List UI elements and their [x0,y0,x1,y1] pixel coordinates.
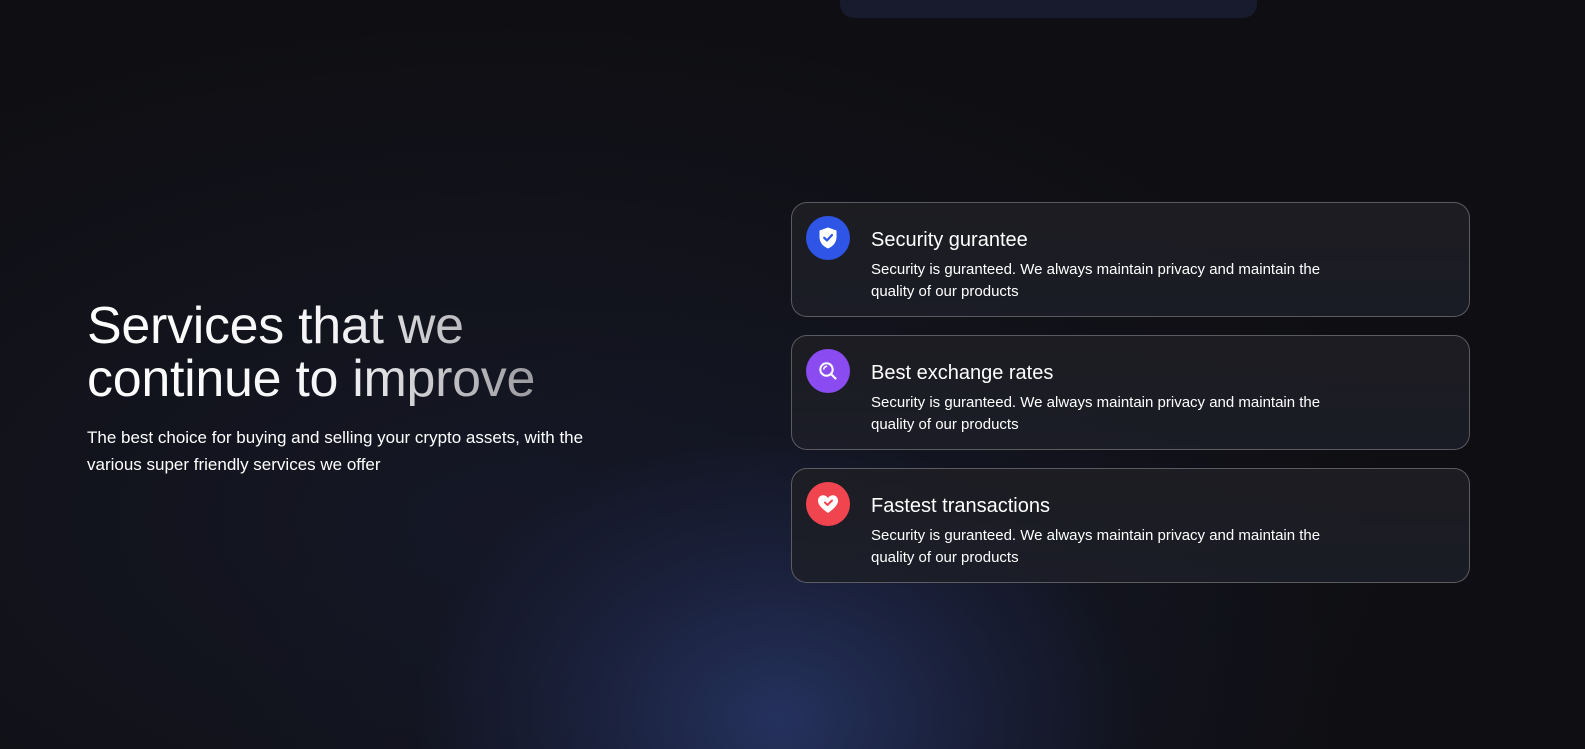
hero-subtitle: The best choice for buying and selling y… [87,428,584,474]
page-title: Services that we continue to improve [87,300,647,406]
feature-description: Security is guranteed. We always maintai… [871,261,1321,300]
feature-title: Security gurantee [871,229,1028,251]
feature-title: Best exchange rates [871,362,1054,384]
feature-card-exchange-rates: Best exchange rates Security is gurantee… [791,335,1470,450]
feature-card-fastest-transactions: Fastest transactions Security is gurante… [791,468,1470,583]
title-line-1: Services that we [87,297,464,355]
feature-list: Security gurantee Security is guranteed.… [791,202,1470,601]
title-line-2: continue to improve [87,350,536,408]
top-card-edge [840,0,1257,18]
feature-description: Security is guranteed. We always maintai… [871,394,1321,433]
services-hero: Services that we continue to improve The… [87,300,647,478]
magnifier-icon [806,349,850,393]
feature-description: Security is guranteed. We always maintai… [871,527,1321,566]
heart-icon [806,482,850,526]
feature-title: Fastest transactions [871,495,1050,517]
feature-card-security: Security gurantee Security is guranteed.… [791,202,1470,317]
shield-check-icon [806,216,850,260]
